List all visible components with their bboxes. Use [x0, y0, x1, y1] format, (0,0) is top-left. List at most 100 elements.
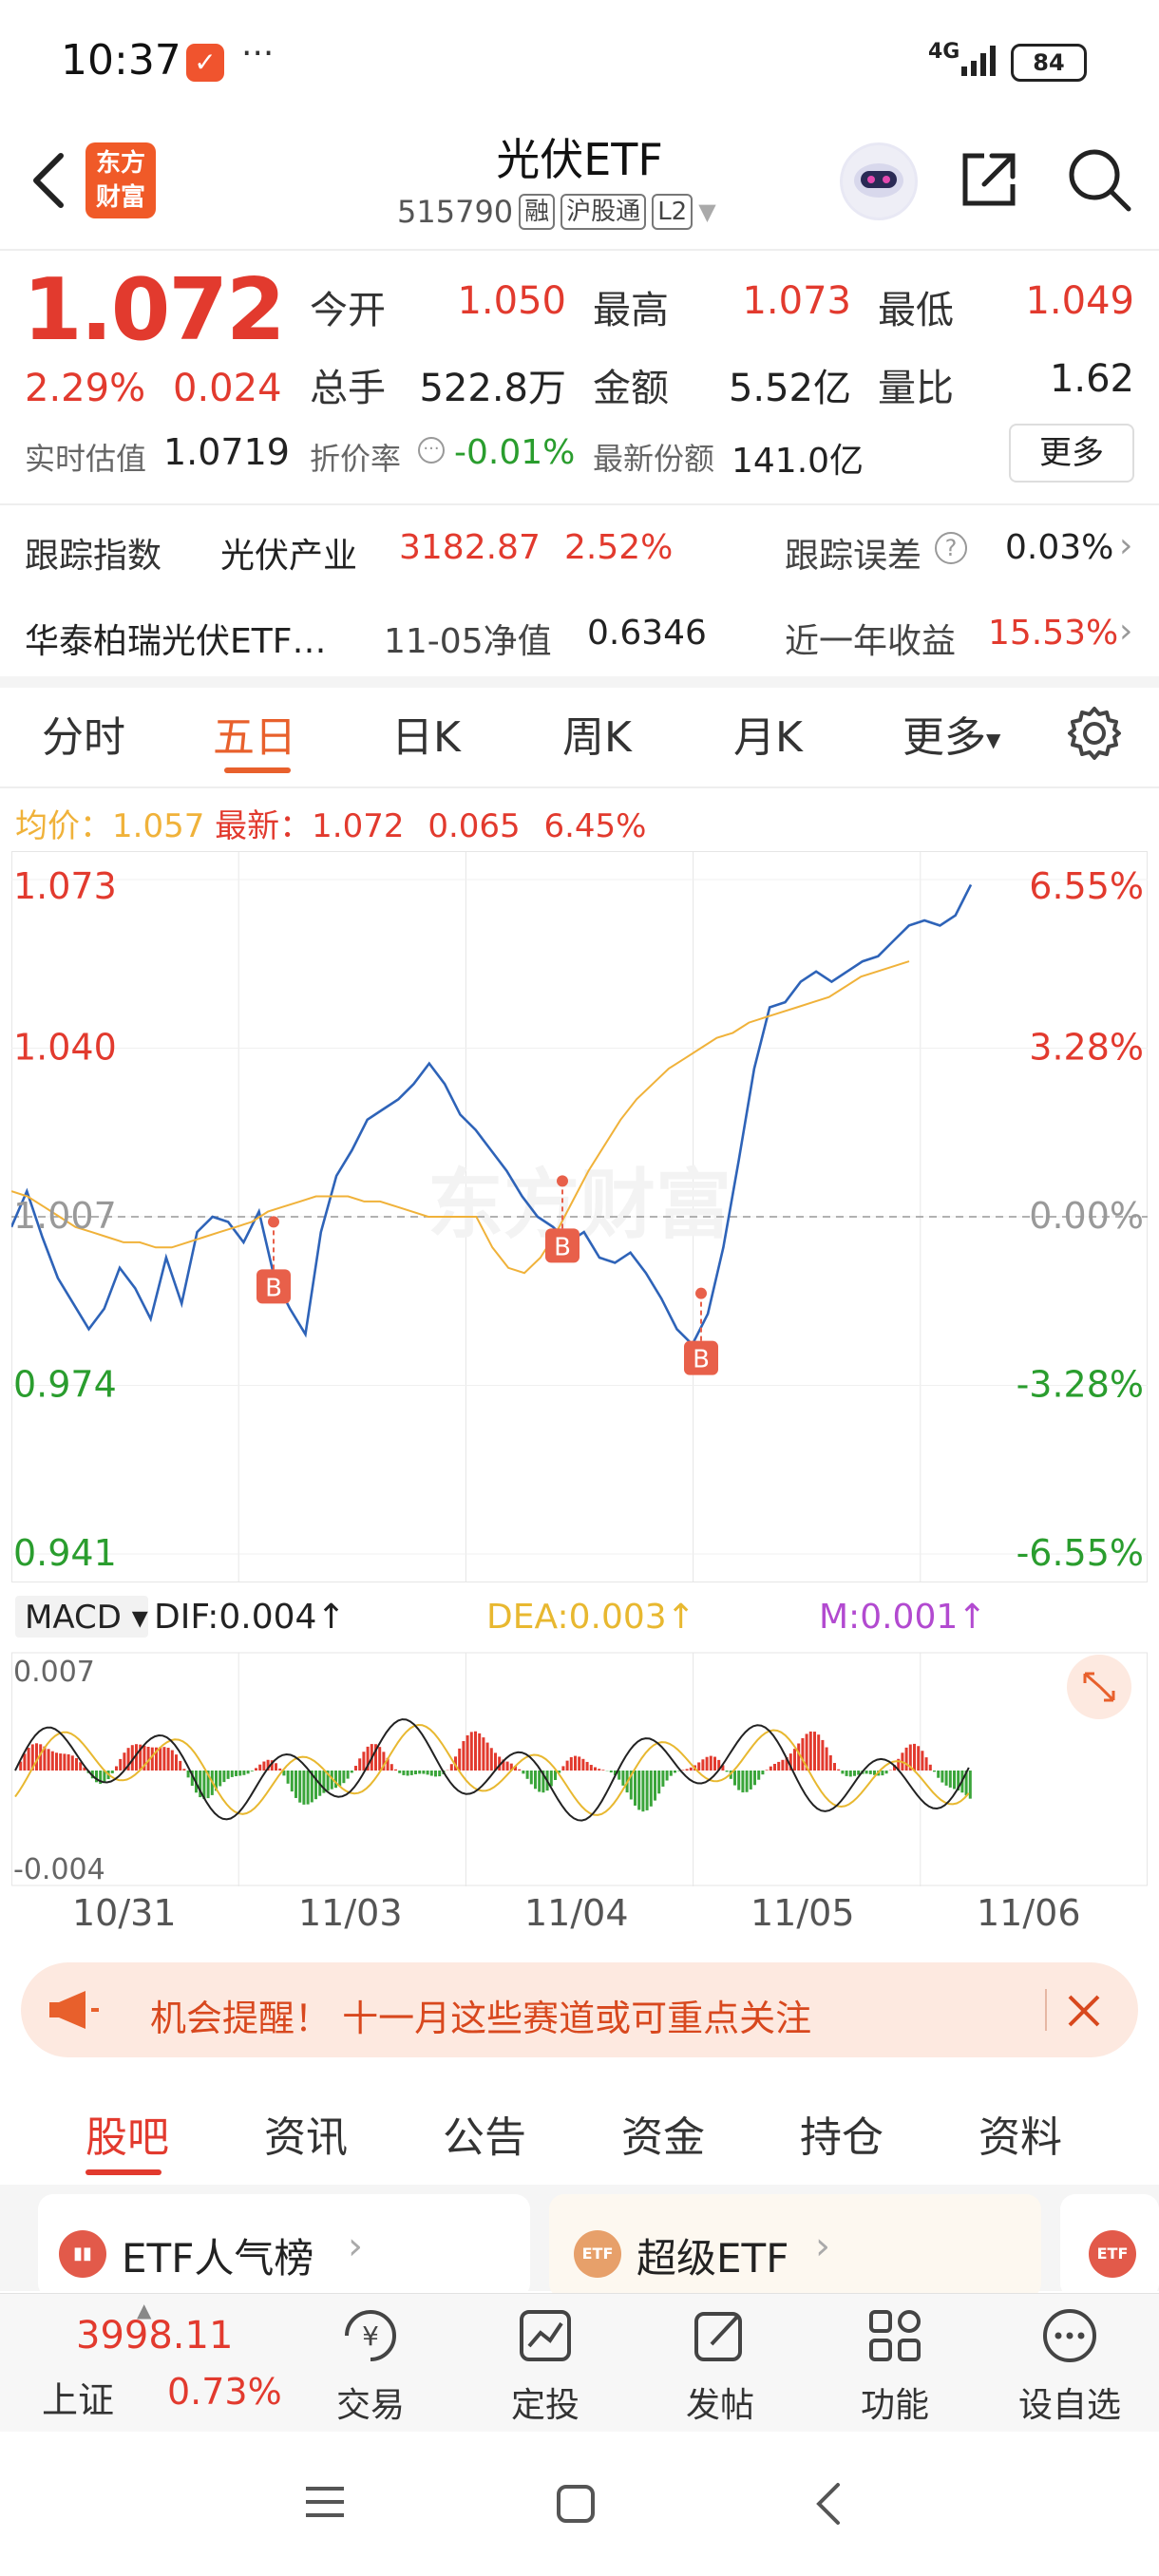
- tab-forum[interactable]: 股吧: [86, 2103, 169, 2164]
- macd-bar: [589, 1765, 593, 1771]
- macd-bar: [75, 1758, 78, 1771]
- card-label: ETF人气榜: [122, 2235, 314, 2282]
- macd-bar: [175, 1754, 178, 1771]
- tab-intraday[interactable]: 分时: [42, 703, 125, 764]
- divider: [0, 503, 1159, 505]
- menu-icon[interactable]: [302, 2479, 348, 2525]
- macd-bar: [601, 1770, 605, 1771]
- macd-bar: [634, 1771, 636, 1806]
- macd-bar: [390, 1764, 393, 1771]
- macd-bar: [505, 1761, 509, 1771]
- etf-badge-icon: ETF: [1089, 2230, 1136, 2278]
- macd-bar: [697, 1762, 701, 1771]
- macd-bar: [797, 1743, 801, 1771]
- macd-bar: [474, 1731, 477, 1771]
- yearly-return-value[interactable]: 15.53%: [988, 614, 1118, 653]
- help-icon[interactable]: ?: [935, 532, 967, 564]
- card-super-etf[interactable]: [549, 2194, 1041, 2299]
- macd-bar: [657, 1771, 661, 1794]
- macd-bar: [35, 1743, 38, 1771]
- index-name: 上证: [42, 2379, 115, 2421]
- index-value[interactable]: 3998.11: [76, 2314, 233, 2358]
- macd-bar: [522, 1771, 525, 1774]
- active-tab-indicator: [86, 2169, 162, 2175]
- macd-bar: [159, 1747, 162, 1771]
- macd-bottom-tick: -0.004: [13, 1853, 105, 1886]
- nav-functions[interactable]: 功能: [833, 2299, 957, 2427]
- macd-bar: [944, 1771, 948, 1786]
- macd-bar: [334, 1771, 337, 1789]
- info-icon[interactable]: ···: [418, 437, 445, 464]
- macd-bar: [741, 1771, 745, 1793]
- section-gap: [0, 676, 1159, 688]
- macd-bar: [246, 1771, 250, 1774]
- macd-bar: [290, 1771, 294, 1792]
- nav-auto-invest[interactable]: 定投: [484, 2299, 607, 2427]
- macd-bar: [394, 1769, 397, 1771]
- close-icon[interactable]: [1066, 1993, 1102, 2029]
- nav-post[interactable]: 发帖: [658, 2299, 782, 2427]
- back-nav-icon[interactable]: [809, 2479, 847, 2529]
- fund-name[interactable]: 华泰柏瑞光伏ETF…: [25, 614, 326, 663]
- macd-chart[interactable]: MACD ▾ DIF:0.004↑ DEA:0.003↑ M:0.001↑ 0.007 -…: [11, 1590, 1148, 1886]
- tab-monthly-k[interactable]: 月K: [733, 703, 803, 764]
- macd-bar: [429, 1771, 433, 1776]
- price-chart[interactable]: 东方财富BBB1.073 6.55%1.040 3.28%1.007 0.00%0.9…: [11, 851, 1148, 1582]
- macd-bar: [230, 1771, 234, 1777]
- tab-news[interactable]: 资讯: [264, 2103, 348, 2164]
- tab-holdings[interactable]: 持仓: [800, 2103, 884, 2164]
- macd-bar: [235, 1771, 238, 1776]
- macd-bar: [913, 1743, 916, 1771]
- macd-bar: [609, 1771, 613, 1773]
- home-icon[interactable]: [553, 2481, 598, 2527]
- macd-bar: [821, 1739, 825, 1771]
- search-icon[interactable]: [1062, 142, 1136, 217]
- tab-more[interactable]: 更多▼: [902, 703, 1000, 764]
- macd-bar: [162, 1747, 166, 1771]
- more-button[interactable]: 更多: [1009, 424, 1134, 483]
- macd-bar: [813, 1732, 816, 1771]
- macd-bar: [561, 1766, 565, 1771]
- yearly-return-label: 近一年收益: [785, 622, 957, 661]
- index-percent: 0.73%: [167, 2371, 282, 2413]
- amount-value: 5.52亿: [728, 367, 851, 410]
- macd-bar: [338, 1771, 342, 1787]
- share-icon[interactable]: [956, 146, 1022, 213]
- macd-bar: [518, 1769, 522, 1771]
- trade-icon: ¥: [345, 2310, 396, 2361]
- tab-profile[interactable]: 资料: [978, 2103, 1062, 2164]
- tab-daily-k[interactable]: 日K: [391, 703, 461, 764]
- divider: [1045, 1989, 1047, 2031]
- discount-value: -0.01%: [454, 433, 576, 472]
- macd-top-tick: 0.007: [13, 1656, 95, 1689]
- tab-funds-flow[interactable]: 资金: [621, 2103, 705, 2164]
- stock-code-line[interactable]: 515790 融 沪股通 L2 ▼: [397, 194, 716, 230]
- macd-bar: [681, 1770, 685, 1771]
- macd-bar: [769, 1766, 772, 1771]
- tab-five-day[interactable]: 五日: [213, 703, 296, 764]
- macd-bar: [569, 1756, 573, 1771]
- tracking-index-name[interactable]: 光伏产业: [220, 528, 357, 578]
- macd-bar: [594, 1767, 597, 1771]
- ai-assistant-icon[interactable]: [840, 142, 918, 220]
- tracking-error-value[interactable]: 0.03%: [1005, 528, 1113, 567]
- macd-bar: [621, 1771, 625, 1786]
- macd-bar: [801, 1737, 805, 1771]
- tab-announcements[interactable]: 公告: [443, 2103, 526, 2164]
- tab-weekly-k[interactable]: 周K: [562, 703, 632, 764]
- macd-bar: [637, 1771, 641, 1810]
- macd-bar: [538, 1771, 542, 1792]
- macd-bar: [150, 1747, 154, 1771]
- grid-icon: [869, 2310, 921, 2361]
- buy-badge-label: B: [265, 1274, 282, 1302]
- expand-icon[interactable]: [1067, 1655, 1131, 1719]
- macd-dif: DIF:0.004↑: [154, 1598, 346, 1637]
- more-notifications-icon: ···: [241, 34, 275, 73]
- gear-icon[interactable]: [1064, 703, 1125, 764]
- card-label: 超级ETF: [636, 2235, 789, 2282]
- nav-trade[interactable]: ¥ 交易: [309, 2299, 432, 2427]
- macd-bar: [182, 1769, 186, 1771]
- macd-bar: [115, 1766, 118, 1771]
- macd-bar: [808, 1731, 812, 1771]
- nav-add-watchlist[interactable]: 设自选: [1008, 2299, 1131, 2427]
